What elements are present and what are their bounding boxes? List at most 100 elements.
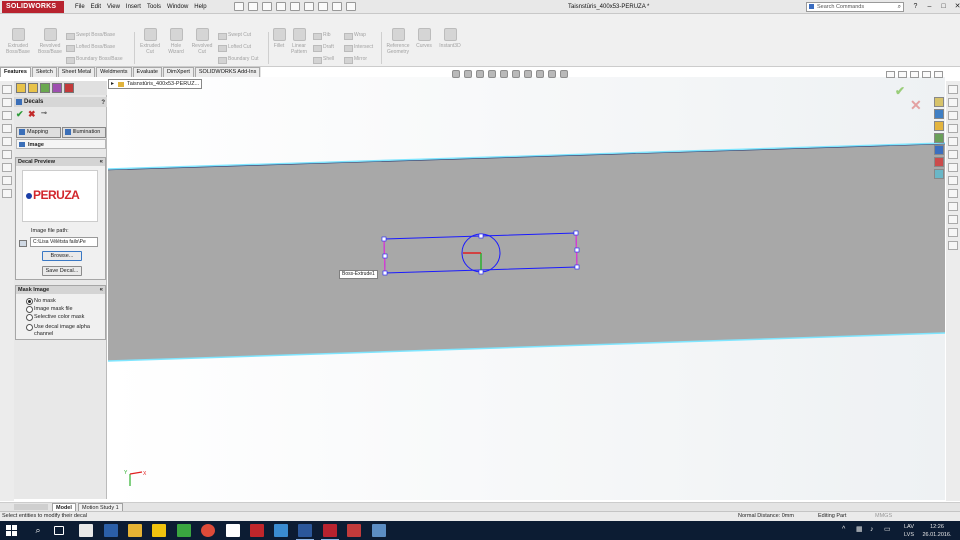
minimize-button[interactable]: – (924, 1, 935, 12)
menu-view[interactable]: View (104, 0, 123, 14)
help-icon[interactable]: ? (101, 98, 105, 108)
custom-properties-icon[interactable] (934, 157, 944, 167)
linear-pattern-button[interactable]: Linear Pattern (288, 28, 310, 55)
viewport-minimize-icon[interactable] (910, 71, 919, 78)
tab-features[interactable]: Features (0, 67, 31, 77)
resources-icon[interactable] (934, 97, 944, 107)
group-header[interactable]: Mask Image « (16, 286, 105, 294)
tab-sheet-metal[interactable]: Sheet Metal (57, 67, 96, 77)
viewport-close-icon[interactable] (934, 71, 943, 78)
tab-image[interactable]: Image (16, 139, 106, 149)
cancel-icon[interactable]: ✖ (28, 109, 36, 119)
tool-icon[interactable] (948, 202, 958, 211)
feature-manager-icon[interactable] (16, 83, 26, 93)
tool-icon[interactable] (2, 124, 12, 133)
dimxpert-manager-icon[interactable] (52, 83, 62, 93)
tool-icon[interactable] (2, 111, 12, 120)
tool-icon[interactable] (948, 241, 958, 250)
tool-icon[interactable] (948, 137, 958, 146)
forum-icon[interactable] (934, 169, 944, 179)
tool-icon[interactable] (2, 150, 12, 159)
section-view-icon[interactable] (488, 70, 496, 78)
part-body[interactable] (108, 143, 945, 361)
select-icon[interactable] (304, 2, 314, 11)
image-mask-radio[interactable]: Image mask file (26, 306, 73, 313)
tool-icon[interactable] (2, 163, 12, 172)
store-icon[interactable] (226, 524, 240, 537)
menu-file[interactable]: File (72, 0, 88, 14)
network-icon[interactable]: ▦ (856, 526, 863, 534)
configuration-manager-icon[interactable] (40, 83, 50, 93)
corner-handle[interactable] (382, 270, 388, 276)
viewport-restore-icon[interactable] (886, 71, 895, 78)
media-app-icon[interactable] (177, 524, 191, 537)
file-explorer-icon[interactable] (934, 121, 944, 131)
tool-icon[interactable] (948, 176, 958, 185)
undo-icon[interactable] (290, 2, 300, 11)
corner-handle[interactable] (573, 230, 579, 236)
tab-weldments[interactable]: Weldments (96, 67, 132, 77)
curves-button[interactable]: Curves (413, 28, 435, 49)
tool-icon[interactable] (948, 189, 958, 198)
apply-scene-icon[interactable] (548, 70, 556, 78)
boundary-boss-button[interactable]: Boundary Boss/Base (66, 56, 123, 64)
lofted-boss-button[interactable]: Lofted Boss/Base (66, 44, 115, 52)
search-icon[interactable]: ⌕ (898, 3, 901, 11)
tab-evaluate[interactable]: Evaluate (132, 67, 162, 77)
tab-addins[interactable]: SOLIDWORKS Add-Ins (194, 67, 261, 77)
revolved-cut-button[interactable]: Revolved Cut (188, 28, 216, 55)
solidworks-logo[interactable]: SOLIDWORKS (2, 1, 64, 13)
app-icon[interactable] (274, 524, 288, 537)
side-handle[interactable] (574, 247, 580, 253)
view-settings-icon[interactable] (560, 70, 568, 78)
app-icon[interactable] (372, 524, 386, 537)
image-path-field[interactable]: C:\Lisa Vēlētsta fails\Pe (30, 237, 98, 247)
extruded-cut-button[interactable]: Extruded Cut (136, 28, 164, 55)
save-decal-button[interactable]: Save Decal... (42, 266, 82, 276)
file-properties-icon[interactable] (332, 2, 342, 11)
open-icon[interactable] (248, 2, 258, 11)
viewport-maximize-icon[interactable] (922, 71, 931, 78)
edge-icon[interactable] (104, 524, 118, 537)
confirm-corner-ok-icon[interactable]: ✔ (895, 84, 905, 98)
tool-icon[interactable] (948, 215, 958, 224)
swept-boss-button[interactable]: Swept Boss/Base (66, 32, 115, 40)
options-icon[interactable] (346, 2, 356, 11)
view-orientation-icon[interactable] (500, 70, 508, 78)
hole-wizard-button[interactable]: Hole Wizard (163, 28, 189, 55)
windows-start-icon[interactable] (6, 525, 17, 536)
instant3d-button[interactable]: Instant3D (436, 28, 464, 49)
tool-icon[interactable] (2, 137, 12, 146)
lofted-cut-button[interactable]: Lofted Cut (218, 44, 251, 52)
display-style-icon[interactable] (512, 70, 520, 78)
tool-icon[interactable] (2, 176, 12, 185)
language-indicator[interactable]: LAV LVS (902, 523, 916, 539)
volume-icon[interactable]: ♪ (870, 526, 874, 534)
rebuild-icon[interactable] (318, 2, 328, 11)
hide-show-icon[interactable] (524, 70, 532, 78)
acrobat-icon[interactable] (250, 524, 264, 537)
alpha-channel-radio[interactable]: Use decal image alpha channel (26, 324, 90, 338)
design-library-icon[interactable] (934, 109, 944, 119)
menu-insert[interactable]: Insert (123, 0, 144, 14)
shell-button[interactable]: Shell (313, 56, 334, 64)
wrap-button[interactable]: Wrap (344, 32, 366, 40)
tool-icon[interactable] (948, 163, 958, 172)
tool-icon[interactable] (948, 124, 958, 133)
chrome-icon[interactable] (201, 524, 215, 537)
extruded-boss-button[interactable]: Extruded Boss/Base (3, 28, 33, 55)
collapse-icon[interactable]: « (100, 286, 103, 294)
maximize-button[interactable]: □ (938, 1, 949, 12)
tab-dimxpert[interactable]: DimXpert (162, 67, 194, 77)
tool-icon[interactable] (2, 85, 12, 94)
word-icon[interactable] (296, 524, 314, 540)
group-header[interactable]: Decal Preview « (16, 158, 105, 166)
reference-geometry-button[interactable]: Reference Geometry (382, 28, 414, 55)
tab-scroll-arrows[interactable] (14, 504, 48, 510)
bottom-handle[interactable] (478, 269, 484, 275)
side-handle[interactable] (382, 253, 388, 259)
swept-cut-button[interactable]: Swept Cut (218, 32, 251, 40)
pin-icon[interactable]: ⊸ (41, 109, 47, 119)
viewport-tile-icon[interactable] (898, 71, 907, 78)
revolved-boss-button[interactable]: Revolved Boss/Base (35, 28, 65, 55)
